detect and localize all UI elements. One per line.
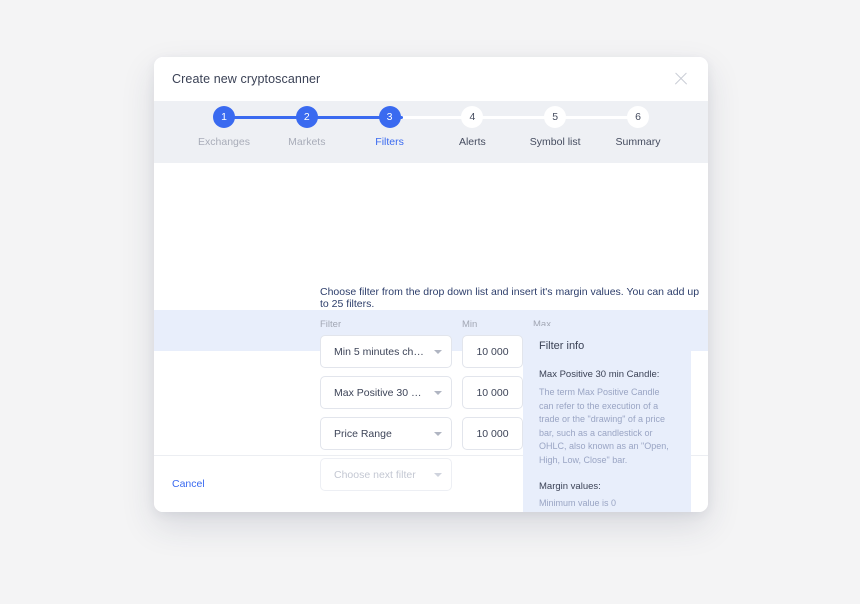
filter-select-1[interactable]: Min 5 minutes change: [320, 335, 452, 368]
chevron-down-icon: [434, 472, 442, 477]
wizard-stepper: 1 Exchanges 2 Markets 3 Filters 4 Alerts…: [154, 101, 708, 163]
step-label-alerts: Alerts: [458, 136, 486, 148]
step-markets[interactable]: 2 Markets: [269, 101, 345, 148]
filter-select-next-placeholder: Choose next filter: [334, 468, 416, 481]
filter-select-3[interactable]: Price Range: [320, 417, 452, 450]
filter-info-margin-min: Minimum value is 0: [539, 498, 617, 508]
filter-select-next[interactable]: Choose next filter: [320, 458, 452, 491]
create-cryptoscanner-modal: Create new cryptoscanner 1 Exchanges 2 M…: [154, 57, 708, 512]
step-number-2: 2: [295, 106, 318, 128]
column-header-filter: Filter: [320, 319, 342, 330]
filter-select-2-value: Max Positive 30 min...: [334, 386, 428, 399]
step-symbol-list[interactable]: 5 Symbol list: [517, 101, 593, 148]
step-filters[interactable]: 3 Filters: [352, 101, 428, 148]
step-number-5: 5: [544, 106, 567, 128]
filter-info-margin-max: Maximum value is 1 000 000: [539, 510, 675, 512]
step-label-summary: Summary: [615, 136, 661, 148]
modal-body: Choose filter from the drop down list an…: [154, 163, 708, 512]
step-label-filters: Filters: [375, 136, 404, 148]
filter-info-subject: Max Positive 30 min Candle:: [539, 369, 660, 380]
close-icon[interactable]: [672, 70, 690, 88]
cancel-button[interactable]: Cancel: [172, 478, 205, 490]
step-label-symbol-list: Symbol list: [529, 136, 581, 148]
step-summary[interactable]: 6 Summary: [600, 101, 676, 148]
step-label-markets: Markets: [288, 136, 326, 148]
step-number-1: 1: [213, 106, 235, 128]
filter-info-title: Filter info: [539, 340, 585, 352]
min-input-3[interactable]: 10 000: [462, 417, 523, 450]
filter-info-margin-title: Margin values:: [539, 481, 601, 492]
filter-info-panel: Filter info Max Positive 30 min Candle: …: [523, 326, 691, 512]
chevron-down-icon: [434, 349, 442, 354]
step-number-3: 3: [378, 106, 401, 128]
instructions-text: Choose filter from the drop down list an…: [320, 286, 700, 310]
column-header-min: Min: [462, 319, 478, 330]
filter-select-2[interactable]: Max Positive 30 min...: [320, 376, 452, 409]
step-number-6: 6: [626, 106, 649, 128]
step-exchanges[interactable]: 1 Exchanges: [186, 101, 262, 148]
min-input-2[interactable]: 10 000: [462, 376, 523, 409]
filter-info-description: The term Max Positive Candle can refer t…: [539, 387, 669, 465]
screen-root: Create new cryptoscanner 1 Exchanges 2 M…: [0, 0, 860, 604]
min-input-1[interactable]: 10 000: [462, 335, 523, 368]
chevron-down-icon: [434, 390, 442, 395]
filter-select-1-value: Min 5 minutes change: [334, 345, 428, 358]
modal-title: Create new cryptoscanner: [172, 72, 321, 86]
stepper-steps: 1 Exchanges 2 Markets 3 Filters 4 Alerts…: [166, 101, 696, 163]
step-alerts[interactable]: 4 Alerts: [434, 101, 510, 148]
filter-select-3-value: Price Range: [334, 427, 392, 440]
step-number-4: 4: [461, 106, 484, 128]
step-label-exchanges: Exchanges: [198, 136, 250, 148]
modal-titlebar: Create new cryptoscanner: [154, 57, 708, 101]
chevron-down-icon: [434, 431, 442, 436]
